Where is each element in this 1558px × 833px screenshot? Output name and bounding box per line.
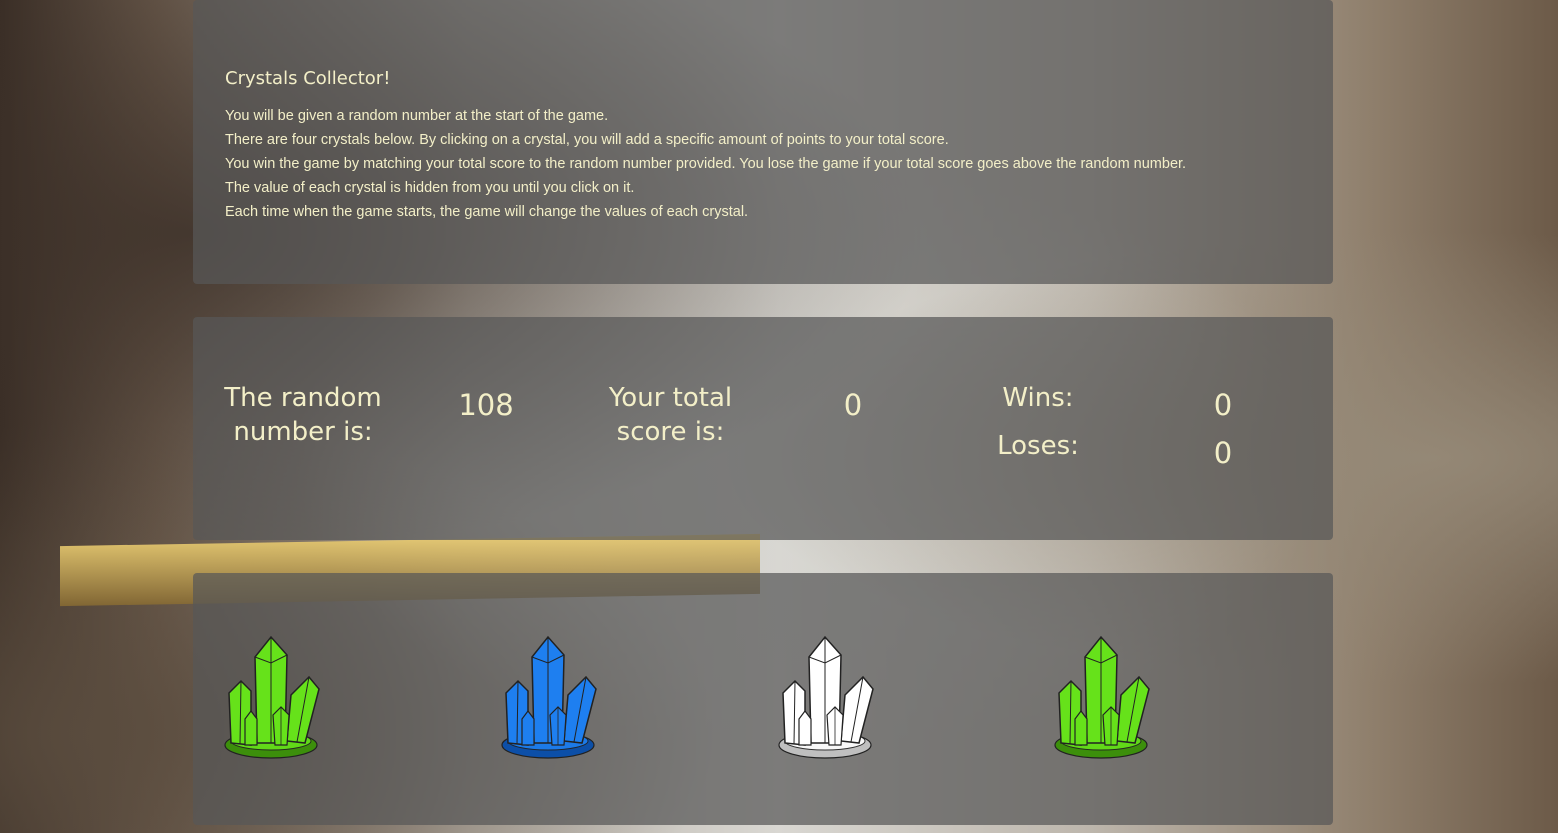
random-number-value: 108 [458, 388, 514, 422]
crystals-panel [193, 573, 1333, 825]
rule-item: There are four crystals below. By clicki… [225, 132, 949, 148]
rule-item: You win the game by matching your total … [225, 156, 1187, 172]
total-score-value: 0 [843, 388, 863, 422]
crystal-button-2[interactable] [498, 633, 602, 763]
blue-crystal-icon [501, 635, 597, 759]
scoreboard-panel: The random number is: 108 Your total sco… [193, 317, 1333, 540]
crystal-button-3[interactable] [775, 633, 879, 763]
white-crystal-icon [778, 635, 874, 759]
rule-item: Each time when the game starts, the game… [225, 204, 749, 220]
rules-list: You will be given a random number at the… [225, 104, 1186, 224]
wins-label: Wins: [1002, 383, 1074, 413]
random-number-label: The random number is: [224, 383, 382, 447]
crystal-button-4[interactable] [1051, 633, 1155, 763]
green-crystal-icon [1054, 635, 1150, 759]
rule-item: You will be given a random number at the… [225, 108, 609, 124]
green-crystal-icon [224, 635, 320, 759]
rule-item: The value of each crystal is hidden from… [225, 180, 635, 196]
loses-label: Loses: [997, 431, 1079, 461]
total-score-label: Your total score is: [608, 383, 733, 447]
game-title: Crystals Collector! [225, 68, 391, 89]
wins-count: 0 [1213, 388, 1233, 422]
loses-count: 0 [1213, 436, 1233, 470]
instructions-panel: Crystals Collector! You will be given a … [193, 0, 1333, 284]
crystal-button-1[interactable] [221, 633, 325, 763]
